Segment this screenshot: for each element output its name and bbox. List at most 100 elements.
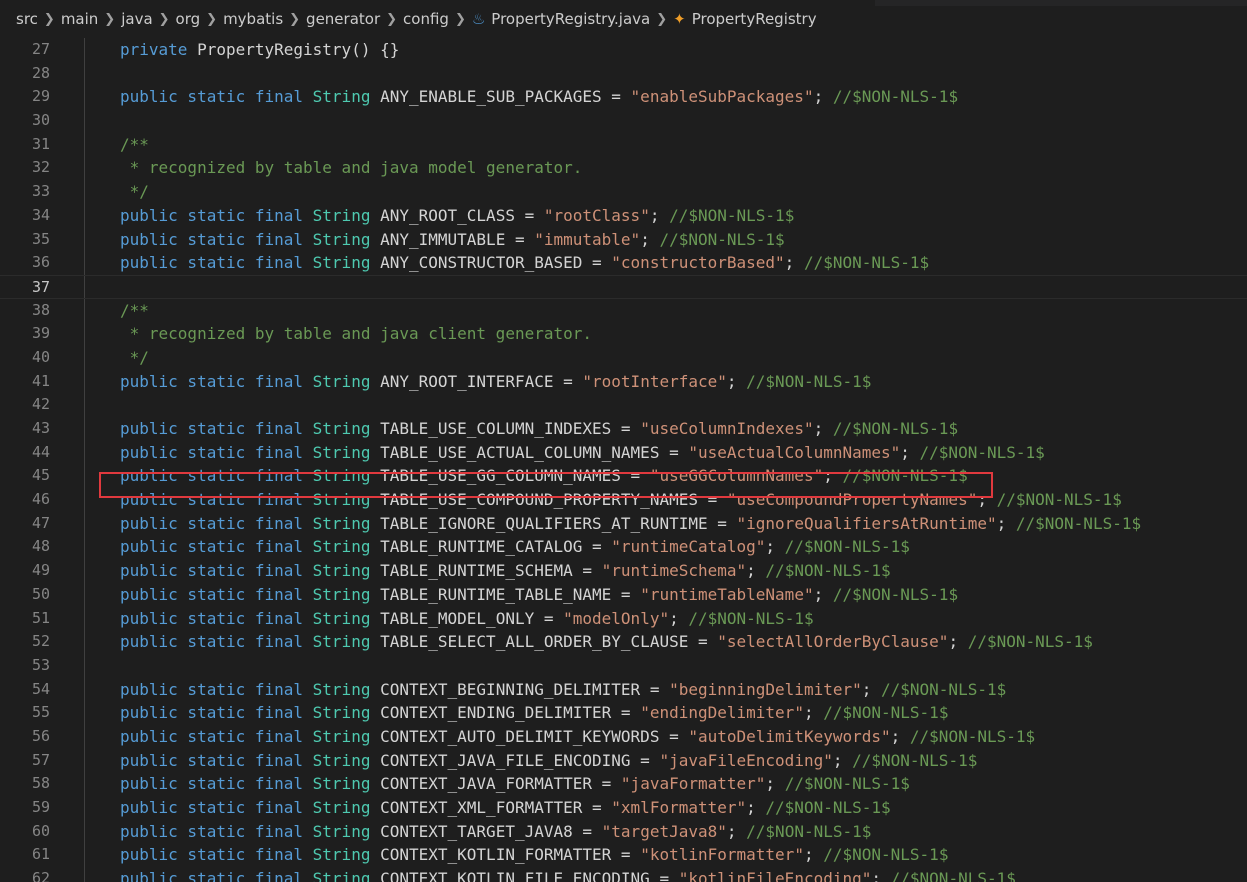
- code-line-61[interactable]: 61 public static final String CONTEXT_KOT…: [0, 843, 1247, 867]
- token-cmt: //$NON-NLS-1$: [1015, 513, 1142, 533]
- breadcrumb-symbol[interactable]: PropertyRegistry: [692, 10, 817, 28]
- code-line-41[interactable]: 41 public static final String ANY_ROOT_IN…: [0, 370, 1247, 394]
- line-number: 43: [31, 419, 50, 437]
- code-line-40[interactable]: 40 */: [0, 346, 1247, 370]
- code-line-44[interactable]: 44 public static final String TABLE_USE_A…: [0, 441, 1247, 465]
- token-ident: CONTEXT_KOTLIN_FILE_ENCODING =: [380, 869, 679, 882]
- code-line-56[interactable]: 56 public static final String CONTEXT_AUT…: [0, 725, 1247, 749]
- code-line-37[interactable]: 37: [0, 274, 1247, 299]
- code-text: public static final String CONTEXT_BEGIN…: [120, 678, 1006, 702]
- code-text: public static final String ANY_CONSTRUCT…: [120, 251, 929, 275]
- breadcrumb-item-mybatis[interactable]: mybatis: [223, 10, 283, 28]
- code-line-54[interactable]: 54 public static final String CONTEXT_BEG…: [0, 678, 1247, 702]
- code-line-29[interactable]: 29 public static final String ANY_ENABLE_…: [0, 85, 1247, 109]
- code-line-62[interactable]: 62 public static final String CONTEXT_KOT…: [0, 867, 1247, 882]
- breadcrumb-item-java[interactable]: java: [121, 10, 152, 28]
- code-line-34[interactable]: 34 public static final String ANY_ROOT_CL…: [0, 204, 1247, 228]
- code-line-58[interactable]: 58 public static final String CONTEXT_JAV…: [0, 772, 1247, 796]
- code-line-51[interactable]: 51 public static final String TABLE_MODEL…: [0, 607, 1247, 631]
- code-line-47[interactable]: 47 public static final String TABLE_IGNOR…: [0, 512, 1247, 536]
- breadcrumb-item-main[interactable]: main: [61, 10, 98, 28]
- token-kw: public static final: [120, 584, 313, 604]
- code-line-35[interactable]: 35 public static final String ANY_IMMUTAB…: [0, 228, 1247, 252]
- token-str: "useColumnIndexes": [640, 419, 814, 438]
- code-text: public static final String ANY_ROOT_INTE…: [120, 370, 871, 394]
- breadcrumb-file[interactable]: PropertyRegistry.java: [491, 10, 650, 28]
- token-ident: ;: [823, 466, 843, 486]
- code-line-60[interactable]: 60 public static final String CONTEXT_TAR…: [0, 820, 1247, 844]
- token-ident: TABLE_USE_COLUMN_INDEXES =: [380, 419, 641, 438]
- code-line-31[interactable]: 31 /**: [0, 133, 1247, 157]
- code-line-30[interactable]: 30: [0, 109, 1247, 133]
- chevron-right-icon: ❯: [386, 11, 398, 27]
- token-ident: TABLE_RUNTIME_SCHEMA =: [380, 561, 602, 581]
- token-ident: ;: [900, 442, 920, 462]
- code-line-38[interactable]: 38 /**: [0, 299, 1247, 323]
- token-cmt: * recognized by table and java client ge…: [120, 324, 593, 344]
- token-kw: public static final: [120, 490, 313, 510]
- token-cmt: //$NON-NLS-1$: [765, 798, 891, 817]
- line-number: 62: [31, 869, 50, 882]
- code-line-36[interactable]: 36 public static final String ANY_CONSTRU…: [0, 251, 1247, 275]
- code-line-50[interactable]: 50 public static final String TABLE_RUNTI…: [0, 583, 1247, 607]
- chevron-right-icon: ❯: [289, 11, 301, 27]
- token-kw: public static final: [120, 87, 313, 107]
- token-ident: TABLE_MODEL_ONLY =: [380, 608, 564, 628]
- breadcrumb-item-src[interactable]: src: [16, 10, 38, 28]
- code-line-28[interactable]: 28: [0, 62, 1247, 86]
- token-kw: public static final: [120, 679, 313, 699]
- code-line-53[interactable]: 53: [0, 654, 1247, 678]
- code-line-32[interactable]: 32 * recognized by table and java model …: [0, 156, 1247, 180]
- code-line-48[interactable]: 48 public static final String TABLE_RUNTI…: [0, 535, 1247, 559]
- code-line-39[interactable]: 39 * recognized by table and java client…: [0, 322, 1247, 346]
- code-editor[interactable]: 27 private PropertyRegistry() {} 28 29 publi…: [0, 38, 1247, 882]
- breadcrumb-item-org[interactable]: org: [176, 10, 201, 28]
- token-str: "kotlinFileEncoding": [678, 869, 872, 882]
- line-number: 52: [31, 632, 50, 651]
- token-type: String: [312, 632, 381, 652]
- token-ident: PropertyRegistry() {}: [197, 40, 400, 59]
- code-line-45[interactable]: 45 public static final String TABLE_USE_G…: [0, 464, 1247, 488]
- code-line-59[interactable]: 59 public static final String CONTEXT_XML…: [0, 796, 1247, 820]
- chevron-right-icon: ❯: [454, 11, 466, 27]
- code-line-42[interactable]: 42: [0, 393, 1247, 417]
- code-line-43[interactable]: 43 public static final String TABLE_USE_C…: [0, 417, 1247, 441]
- line-number: 28: [31, 63, 50, 82]
- code-line-57[interactable]: 57 public static final String CONTEXT_JAV…: [0, 749, 1247, 773]
- code-text: public static final String CONTEXT_AUTO_…: [120, 725, 1035, 749]
- code-text: */: [120, 346, 149, 370]
- token-kw: private: [120, 40, 198, 59]
- java-file-icon: ♨: [471, 10, 486, 28]
- token-cmt: //$NON-NLS-1$: [832, 87, 959, 107]
- token-cmt: /**: [120, 134, 149, 154]
- code-text: public static final String TABLE_USE_GG_…: [120, 464, 968, 488]
- code-line-33[interactable]: 33 */: [0, 180, 1247, 204]
- token-str: "ignoreQualifiersAtRuntime": [736, 513, 997, 533]
- code-text: public static final String CONTEXT_JAVA_…: [120, 749, 977, 773]
- breadcrumb-item-generator[interactable]: generator: [306, 10, 380, 28]
- token-cmt: */: [120, 347, 149, 367]
- line-number: 29: [31, 87, 50, 106]
- token-ident: TABLE_USE_ACTUAL_COLUMN_NAMES =: [380, 442, 689, 462]
- breadcrumb-item-config[interactable]: config: [403, 10, 449, 28]
- line-number: 33: [31, 182, 50, 201]
- token-cmt: //$NON-NLS-1$: [746, 371, 872, 391]
- line-number: 38: [31, 300, 50, 319]
- code-line-49[interactable]: 49 public static final String TABLE_RUNTI…: [0, 559, 1247, 583]
- token-type: String: [312, 513, 381, 533]
- token-cmt: //$NON-NLS-1$: [832, 419, 959, 438]
- code-line-55[interactable]: 55 public static final String CONTEXT_END…: [0, 701, 1247, 725]
- code-text: public static final String CONTEXT_TARGE…: [120, 820, 871, 844]
- token-ident: ;: [803, 703, 824, 723]
- token-type: String: [312, 608, 381, 628]
- token-ident: ;: [726, 371, 747, 391]
- token-kw: public static final: [120, 253, 313, 273]
- token-cmt: //$NON-NLS-1$: [919, 442, 1045, 462]
- code-line-52[interactable]: 52 public static final String TABLE_SELEC…: [0, 630, 1247, 654]
- code-line-27[interactable]: 27 private PropertyRegistry() {}: [0, 38, 1247, 62]
- token-str: "javaFileEncoding": [659, 750, 833, 770]
- token-type: String: [312, 561, 381, 581]
- code-line-46[interactable]: 46 public static final String TABLE_USE_C…: [0, 488, 1247, 512]
- line-number: 53: [31, 655, 50, 674]
- token-type: String: [312, 798, 381, 817]
